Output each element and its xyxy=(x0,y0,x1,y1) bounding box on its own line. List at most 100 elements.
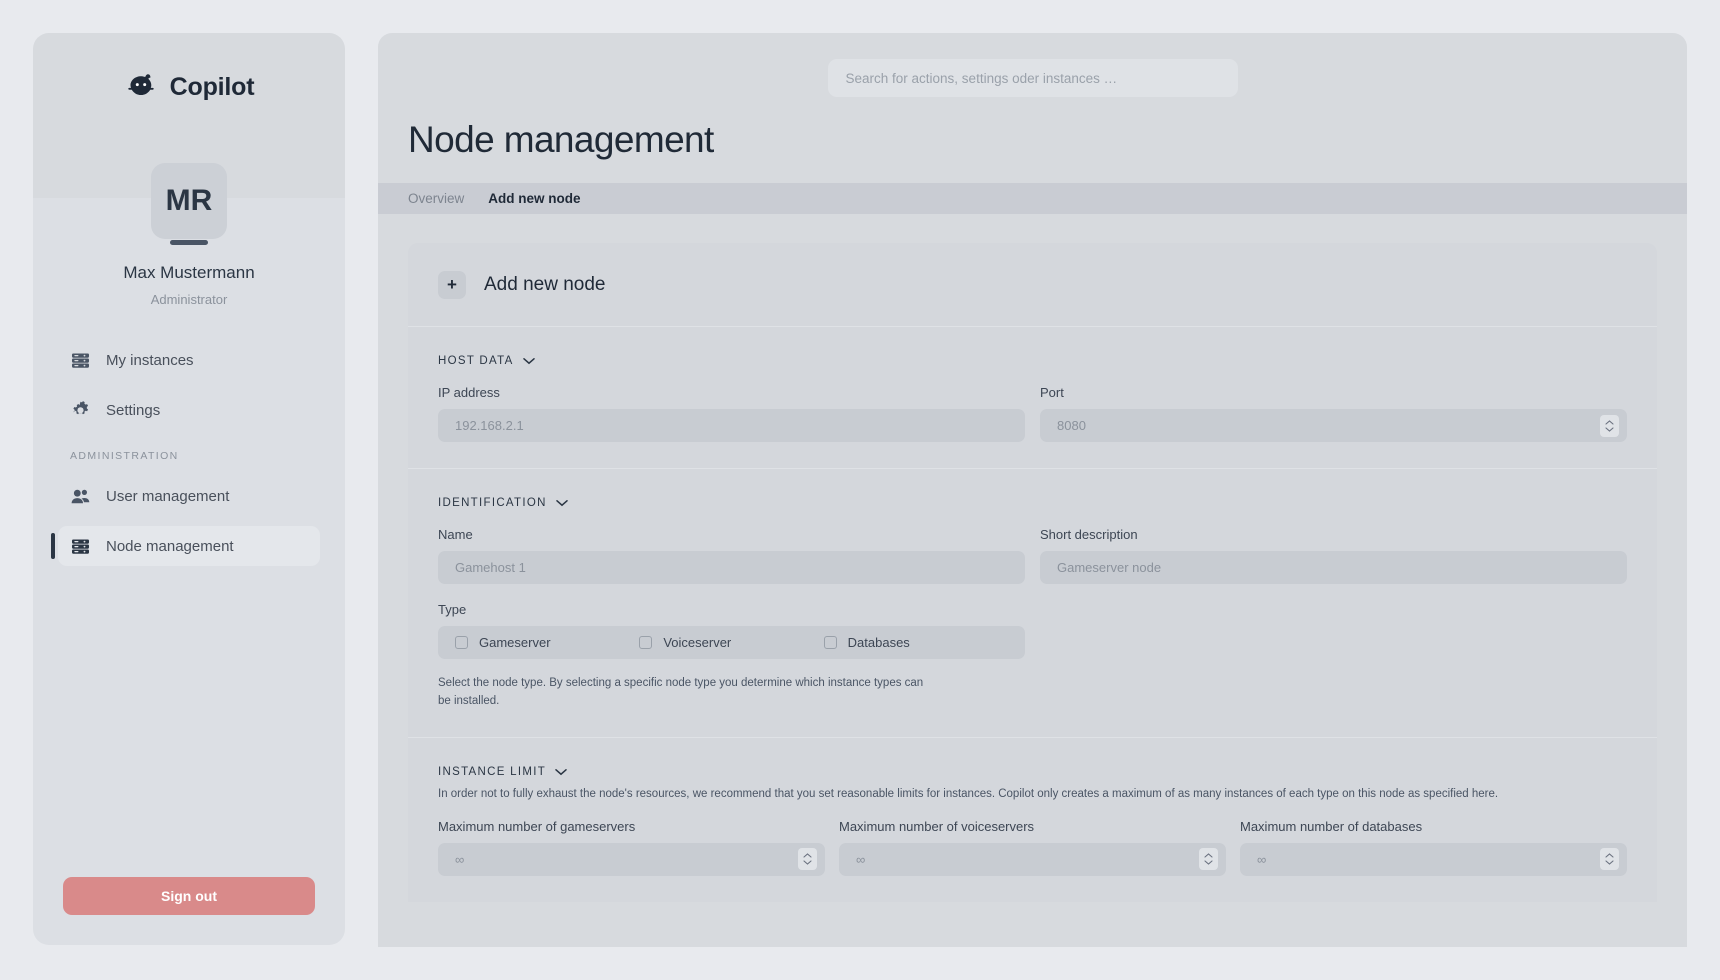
type-helper-text: Select the node type. By selecting a spe… xyxy=(438,677,924,707)
sidebar-item-settings[interactable]: Settings xyxy=(58,390,320,430)
section-identification-header[interactable]: IDENTIFICATION xyxy=(438,497,1627,509)
page-title: Node management xyxy=(408,119,714,160)
port-number-stepper[interactable] xyxy=(1600,414,1619,437)
checkbox-box-icon xyxy=(639,636,653,649)
field-name: Name xyxy=(438,527,1025,584)
search-input[interactable] xyxy=(827,59,1238,97)
section-title: INSTANCE LIMIT xyxy=(438,765,547,778)
copilot-robot-icon xyxy=(124,70,158,104)
field-label: Maximum number of databases xyxy=(1240,818,1423,834)
field-label: Maximum number of gameservers xyxy=(438,818,636,834)
max-voiceservers-wrap xyxy=(839,842,1226,876)
chevron-down-icon xyxy=(555,499,568,507)
gear-icon xyxy=(70,400,91,421)
chevron-up-icon xyxy=(1204,853,1213,858)
max-voiceservers-input[interactable] xyxy=(839,842,1226,876)
sidebar-item-label: Node management xyxy=(106,537,234,555)
chevron-up-icon xyxy=(1605,853,1614,858)
max-gameservers-wrap xyxy=(438,842,825,876)
section-instance-limit-header[interactable]: INSTANCE LIMIT xyxy=(438,766,1627,778)
sign-out-button[interactable]: Sign out xyxy=(63,877,315,915)
section-title: HOST DATA xyxy=(438,355,514,367)
max-voiceservers-stepper[interactable] xyxy=(1199,848,1218,871)
max-gameservers-input[interactable] xyxy=(438,842,825,876)
content-area: + Add new node HOST DATA IP address 192.… xyxy=(378,214,1687,947)
checkbox-label: Voiceserver xyxy=(663,635,732,650)
max-databases-wrap xyxy=(1240,842,1627,876)
field-type: Type Gameserver Voiceserver Databases Se… xyxy=(438,602,1025,711)
sidebar-item-node-management[interactable]: Node management xyxy=(51,526,320,566)
port-input[interactable] xyxy=(1040,409,1627,442)
chevron-down-icon xyxy=(1605,860,1614,866)
section-host-data-header[interactable]: HOST DATA xyxy=(438,355,1627,367)
sidebar-item-label: My instances xyxy=(106,351,194,369)
field-short-description: Short description xyxy=(1040,527,1627,584)
server-stack-icon xyxy=(70,536,91,557)
section-instance-limit: INSTANCE LIMIT In order not to fully exh… xyxy=(408,738,1657,902)
instance-limit-grid: Maximum number of gameservers Maximum nu xyxy=(438,819,1627,876)
sidebar-item-label: User management xyxy=(106,487,230,505)
users-icon xyxy=(70,486,91,507)
tab-bar: Overview Add new node xyxy=(378,183,1687,214)
app-root: Copilot MR Max Mustermann Administrator xyxy=(0,0,1720,980)
field-port: Port xyxy=(1040,385,1627,442)
card-title: Add new node xyxy=(484,273,606,295)
checkbox-label: Databases xyxy=(847,635,910,650)
card-header: + Add new node xyxy=(408,243,1657,327)
checkbox-box-icon xyxy=(823,636,837,649)
field-label: Type xyxy=(438,602,467,617)
field-label: Short description xyxy=(1040,527,1138,542)
ip-input-wrap xyxy=(438,409,1025,442)
field-max-gameservers: Maximum number of gameservers xyxy=(438,819,825,876)
section-identification: IDENTIFICATION Name Short description xyxy=(408,469,1657,738)
sidebar-item-label: Settings xyxy=(106,401,161,419)
brand-name: Copilot xyxy=(169,72,255,101)
checkbox-gameserver[interactable]: Gameserver xyxy=(455,635,639,650)
sign-out-wrap: Sign out xyxy=(33,877,345,945)
field-max-voiceservers: Maximum number of voiceservers xyxy=(839,819,1226,876)
max-databases-stepper[interactable] xyxy=(1600,848,1619,871)
sidebar: Copilot MR Max Mustermann Administrator xyxy=(33,33,345,945)
field-label: IP address xyxy=(438,385,500,400)
tab-add-new-node[interactable]: Add new node xyxy=(488,191,580,206)
node-name-input[interactable] xyxy=(438,551,1025,584)
brand: Copilot xyxy=(33,33,345,141)
field-label: Maximum number of voiceservers xyxy=(839,818,1035,834)
identification-grid: Name Short description Type xyxy=(438,527,1627,711)
max-databases-input[interactable] xyxy=(1240,842,1627,876)
field-label: Port xyxy=(1040,385,1064,400)
host-data-grid: IP address Port xyxy=(438,385,1627,442)
sidebar-nav: My instances Settings ADMINISTRATION Use… xyxy=(33,340,345,576)
ip-address-input[interactable] xyxy=(438,409,1025,442)
tab-overview[interactable]: Overview xyxy=(408,191,464,206)
main-panel: Node management Overview Add new node + … xyxy=(378,33,1687,947)
search-row xyxy=(378,33,1687,97)
checkbox-label: Gameserver xyxy=(479,635,551,650)
chevron-down-icon xyxy=(1204,860,1213,866)
sidebar-item-my-instances[interactable]: My instances xyxy=(58,340,320,380)
avatar: MR xyxy=(151,163,227,239)
field-ip-address: IP address xyxy=(438,385,1025,442)
chevron-up-icon xyxy=(803,853,812,858)
avatar-wrap: MR xyxy=(33,163,345,239)
add-node-card: + Add new node HOST DATA IP address 192.… xyxy=(408,243,1657,902)
max-gameservers-stepper[interactable] xyxy=(798,848,817,871)
checkbox-box-icon xyxy=(455,636,468,649)
sidebar-item-user-management[interactable]: User management xyxy=(58,476,320,516)
checkbox-voiceserver[interactable]: Voiceserver xyxy=(639,635,823,650)
chevron-down-icon xyxy=(803,860,812,866)
chevron-down-icon xyxy=(555,768,567,776)
chevron-up-icon xyxy=(1605,419,1614,425)
instance-limit-description: In order not to fully exhaust the node's… xyxy=(438,787,1499,800)
user-name: Max Mustermann xyxy=(123,263,255,282)
type-checkbox-row: Gameserver Voiceserver Databases xyxy=(438,626,1025,659)
port-input-wrap xyxy=(1040,409,1627,442)
user-role: Administrator xyxy=(150,292,228,307)
sidebar-section-title: ADMINISTRATION xyxy=(70,450,179,462)
plus-icon: + xyxy=(438,270,466,299)
field-max-databases: Maximum number of databases xyxy=(1240,819,1627,876)
checkbox-databases[interactable]: Databases xyxy=(823,635,1008,650)
server-stack-icon xyxy=(70,350,91,371)
chevron-down-icon xyxy=(1605,426,1614,432)
short-description-input[interactable] xyxy=(1040,551,1627,584)
